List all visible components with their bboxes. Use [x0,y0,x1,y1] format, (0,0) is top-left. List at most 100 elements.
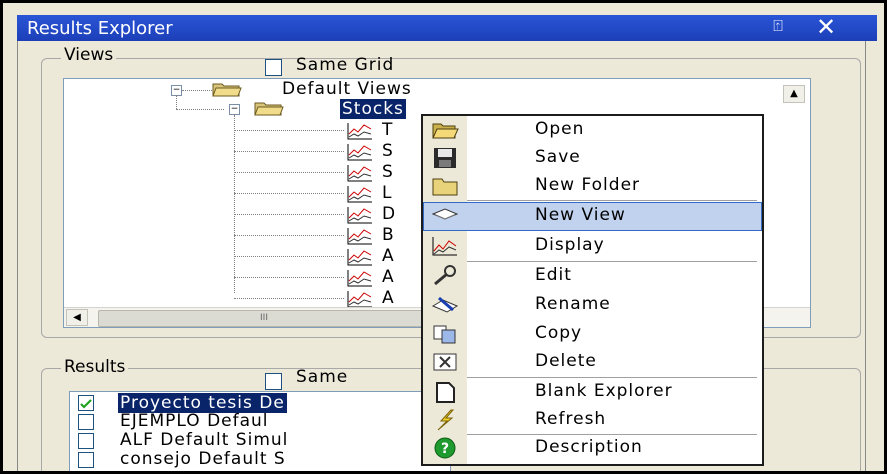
new-view-icon [431,208,459,220]
folder-icon [432,178,458,196]
tree-connector [234,298,344,299]
tree-connector [234,235,344,236]
chart-icon [347,249,372,266]
tree-connector [234,193,344,194]
chart-icon [347,270,372,287]
menu-item-open[interactable]: Open [423,116,762,145]
scroll-thumb[interactable]: III [98,310,430,327]
list-item[interactable]: EJEMPLO Defaul [70,411,450,431]
results-explorer-window: Results Explorer ⍐ ✕ Views Same Grid − D… [0,0,887,474]
menu-separator [467,200,757,201]
menu-item-rename[interactable]: Rename [423,291,762,320]
tree-node-view[interactable]: A [382,267,395,287]
chart-icon [347,291,372,308]
menu-item-label: Display [535,235,605,255]
results-same-checkbox[interactable] [265,373,282,390]
views-group-label: Views [61,45,117,65]
menu-item-refresh[interactable]: Refresh [423,406,762,435]
scroll-up-icon: ▲ [790,88,798,99]
result-row-label: EJEMPLO Defaul [120,411,269,431]
window-title: Results Explorer [27,18,173,39]
tree-node-view[interactable]: L [382,183,392,203]
tree-connector [234,214,344,215]
menu-item-label: Rename [535,294,611,314]
results-group-label: Results [61,357,129,377]
menu-item-label: Delete [535,351,597,371]
result-checkbox[interactable] [78,395,94,411]
menu-item-label: Description [535,437,643,457]
scroll-up-button[interactable]: ▲ [783,85,805,103]
tree-connector [234,172,344,173]
result-row-label: consejo Default S [120,449,286,469]
tree-node-view[interactable]: D [382,204,396,224]
menu-item-label: New View [535,205,626,225]
tree-node-stocks[interactable]: Stocks [340,99,406,119]
tree-connector [176,109,224,110]
menu-item-label: Open [535,119,585,139]
tree-node-view[interactable]: S [382,141,394,161]
delete-icon [433,353,457,371]
menu-item-label: Copy [535,323,583,343]
tree-connector [234,115,235,293]
lightning-icon [437,409,455,431]
menu-item-copy[interactable]: Copy [423,320,762,349]
list-item[interactable]: consejo Default S [70,449,450,469]
result-row-label: ALF Default Simul [120,430,289,450]
menu-item-save[interactable]: Save [423,144,762,173]
menu-item-edit[interactable]: Edit [423,262,762,291]
pin-icon[interactable]: ⍐ [769,16,787,36]
result-checkbox[interactable] [78,433,94,449]
tree-node-view[interactable]: A [382,246,395,266]
chart-icon [347,123,372,140]
blank-page-icon [436,382,455,403]
folder-icon [212,83,242,97]
results-list[interactable]: Proyecto tesis De EJEMPLO Defaul ALF Def… [69,391,451,471]
menu-item-new-folder[interactable]: New Folder [423,172,762,201]
chart-icon [347,207,372,224]
tree-node-view[interactable]: S [382,162,394,182]
tree-connector [176,95,177,109]
tree-node-view[interactable]: A [382,288,395,308]
same-grid-checkbox[interactable] [265,59,282,76]
tree-node-default-views[interactable]: Default Views [282,79,412,99]
menu-item-blank-explorer[interactable]: Blank Explorer [423,378,762,407]
panel-left-border [17,41,18,471]
panel-right-border [865,41,878,471]
result-checkbox[interactable] [78,414,94,430]
results-same-label: Same [296,367,349,387]
menu-item-description[interactable]: ? Description [423,434,762,463]
chart-icon [347,144,372,161]
tree-connector [234,151,344,152]
check-icon [80,399,92,409]
result-row-label: Proyecto tesis De [118,393,287,413]
same-grid-label: Same Grid [296,55,395,75]
collapse-icon[interactable]: − [229,104,240,115]
menu-item-display[interactable]: Display [423,232,762,261]
menu-item-new-view[interactable]: New View [423,202,762,231]
svg-text:?: ? [441,441,449,457]
tree-node-view[interactable]: T [382,120,393,140]
close-icon[interactable]: ✕ [815,13,837,41]
open-folder-icon [432,123,459,139]
tree-connector [234,277,344,278]
title-bar[interactable]: Results Explorer ⍐ ✕ [17,13,877,41]
menu-item-label: Blank Explorer [535,381,673,401]
scroll-left-icon: ◀ [73,312,81,323]
scroll-grip: III [260,313,268,323]
list-item[interactable]: ALF Default Simul [70,430,450,450]
floppy-disk-icon [434,148,456,168]
tree-connector [234,256,344,257]
menu-item-label: New Folder [535,175,641,195]
menu-item-label: Edit [535,265,572,285]
chart-icon [347,228,372,245]
rename-icon [431,296,459,313]
chart-icon [432,237,457,256]
result-checkbox[interactable] [78,452,94,468]
menu-item-delete[interactable]: Delete [423,348,762,377]
menu-item-label: Save [535,147,581,167]
tree-node-view[interactable]: B [382,225,395,245]
help-icon: ? [434,437,456,459]
scroll-left-button[interactable]: ◀ [66,309,88,326]
list-item[interactable]: Proyecto tesis De [70,393,450,413]
context-menu: Open Save New Folder New View Display Ed… [421,114,764,466]
